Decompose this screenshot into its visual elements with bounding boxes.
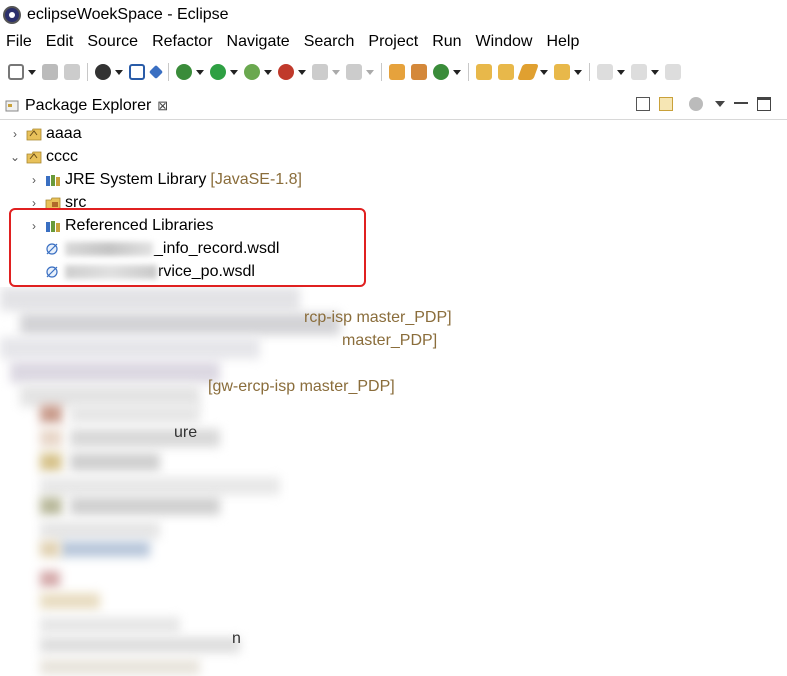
highlight-box xyxy=(9,208,366,287)
previous-annotation-icon[interactable] xyxy=(631,64,647,80)
obscured-project-list: rcp-isp master_PDP] master_PDP] [gw-ercp… xyxy=(0,287,787,676)
tree-item-aaaa[interactable]: › aaaa xyxy=(8,122,82,145)
view-toolbar xyxy=(627,97,771,111)
collapse-all-icon[interactable] xyxy=(636,97,650,111)
perspective-dropdown-icon[interactable] xyxy=(115,69,123,75)
menu-run[interactable]: Run xyxy=(425,33,468,51)
stop-icon[interactable] xyxy=(312,64,328,80)
jre-version-decoration: [JavaSE-1.8] xyxy=(210,170,302,188)
tree-item-label: JRE System Library xyxy=(65,170,207,188)
open-type-icon[interactable] xyxy=(476,64,492,80)
toolbar-separator xyxy=(381,63,382,81)
stop-dropdown-icon[interactable] xyxy=(332,69,340,75)
menu-search[interactable]: Search xyxy=(297,33,362,51)
tree-item-label: cccc xyxy=(46,147,78,165)
focus-icon[interactable] xyxy=(689,97,703,111)
debug-dropdown-icon[interactable] xyxy=(196,69,204,75)
project-icon xyxy=(26,151,42,163)
menu-window[interactable]: Window xyxy=(469,33,540,51)
minimize-icon[interactable] xyxy=(734,102,748,104)
obscured-label: ure xyxy=(174,424,198,441)
close-icon[interactable]: ⊠ xyxy=(157,98,168,114)
run-coverage-icon[interactable] xyxy=(244,64,260,80)
debug-icon[interactable] xyxy=(176,64,192,80)
package-explorer-tab[interactable]: Package Explorer ⊠ xyxy=(5,92,168,120)
chevron-right-icon[interactable]: › xyxy=(27,173,41,187)
skip-breakpoints-icon[interactable] xyxy=(148,64,164,80)
menu-help[interactable]: Help xyxy=(539,33,586,51)
open-task-icon[interactable] xyxy=(498,64,514,80)
new-icon[interactable] xyxy=(8,64,24,80)
new-java-project-icon[interactable] xyxy=(389,64,405,80)
menu-source[interactable]: Source xyxy=(80,33,145,51)
chevron-down-icon[interactable]: ⌄ xyxy=(8,150,22,164)
run-dropdown-icon[interactable] xyxy=(230,69,238,75)
save-all-icon[interactable] xyxy=(64,64,80,80)
main-toolbar xyxy=(0,58,787,86)
annotation-dropdown-icon[interactable] xyxy=(574,69,582,75)
search-icon[interactable] xyxy=(517,64,539,80)
tree-item-cccc[interactable]: ⌄ cccc xyxy=(8,145,78,168)
obscured-label: n xyxy=(232,630,241,647)
menu-bar: File Edit Source Refactor Navigate Searc… xyxy=(0,30,787,54)
deploy-dropdown-icon[interactable] xyxy=(366,69,374,75)
back-icon[interactable] xyxy=(665,64,681,80)
link-with-editor-icon[interactable] xyxy=(659,97,673,111)
external-tools-icon[interactable] xyxy=(278,64,294,80)
new-class-icon[interactable] xyxy=(433,64,449,80)
obscured-label: [gw-ercp-isp master_PDP] xyxy=(208,378,395,395)
eclipse-app-icon xyxy=(3,6,21,24)
menu-project[interactable]: Project xyxy=(361,33,425,51)
menu-file[interactable]: File xyxy=(0,33,39,51)
view-menu-icon[interactable] xyxy=(715,101,725,107)
next-annotation-dropdown-icon[interactable] xyxy=(617,69,625,75)
title-bar: eclipseWoekSpace - Eclipse xyxy=(0,0,787,30)
next-annotation-icon[interactable] xyxy=(597,64,613,80)
library-icon xyxy=(46,174,60,186)
obscured-label: master_PDP] xyxy=(342,332,438,349)
menu-edit[interactable]: Edit xyxy=(39,33,81,51)
menu-navigate[interactable]: Navigate xyxy=(220,33,297,51)
new-dropdown-icon[interactable] xyxy=(28,69,36,75)
save-icon[interactable] xyxy=(42,64,58,80)
search-dropdown-icon[interactable] xyxy=(540,69,548,75)
console-icon[interactable] xyxy=(129,64,145,80)
project-icon xyxy=(26,128,42,140)
maximize-icon[interactable] xyxy=(757,97,771,111)
toolbar-separator xyxy=(589,63,590,81)
annotation-icon[interactable] xyxy=(554,64,570,80)
menu-refactor[interactable]: Refactor xyxy=(145,33,219,51)
perspective-icon[interactable] xyxy=(95,64,111,80)
toolbar-separator xyxy=(168,63,169,81)
new-class-dropdown-icon[interactable] xyxy=(453,69,461,75)
window-title: eclipseWoekSpace - Eclipse xyxy=(27,6,229,23)
run-icon[interactable] xyxy=(210,64,226,80)
tree-item-jre-system-library[interactable]: › JRE System Library [JavaSE-1.8] xyxy=(27,168,302,191)
package-explorer-icon xyxy=(5,100,19,112)
tree-item-label: aaaa xyxy=(46,124,82,142)
previous-annotation-dropdown-icon[interactable] xyxy=(651,69,659,75)
deploy-icon[interactable] xyxy=(346,64,362,80)
package-explorer-title: Package Explorer xyxy=(25,97,152,114)
toolbar-separator xyxy=(468,63,469,81)
package-explorer-header: Package Explorer ⊠ xyxy=(0,92,787,120)
coverage-dropdown-icon[interactable] xyxy=(264,69,272,75)
toolbar-separator xyxy=(87,63,88,81)
external-tools-dropdown-icon[interactable] xyxy=(298,69,306,75)
obscured-label: rcp-isp master_PDP] xyxy=(304,309,452,326)
new-package-icon[interactable] xyxy=(411,64,427,80)
chevron-right-icon[interactable]: › xyxy=(8,127,22,141)
